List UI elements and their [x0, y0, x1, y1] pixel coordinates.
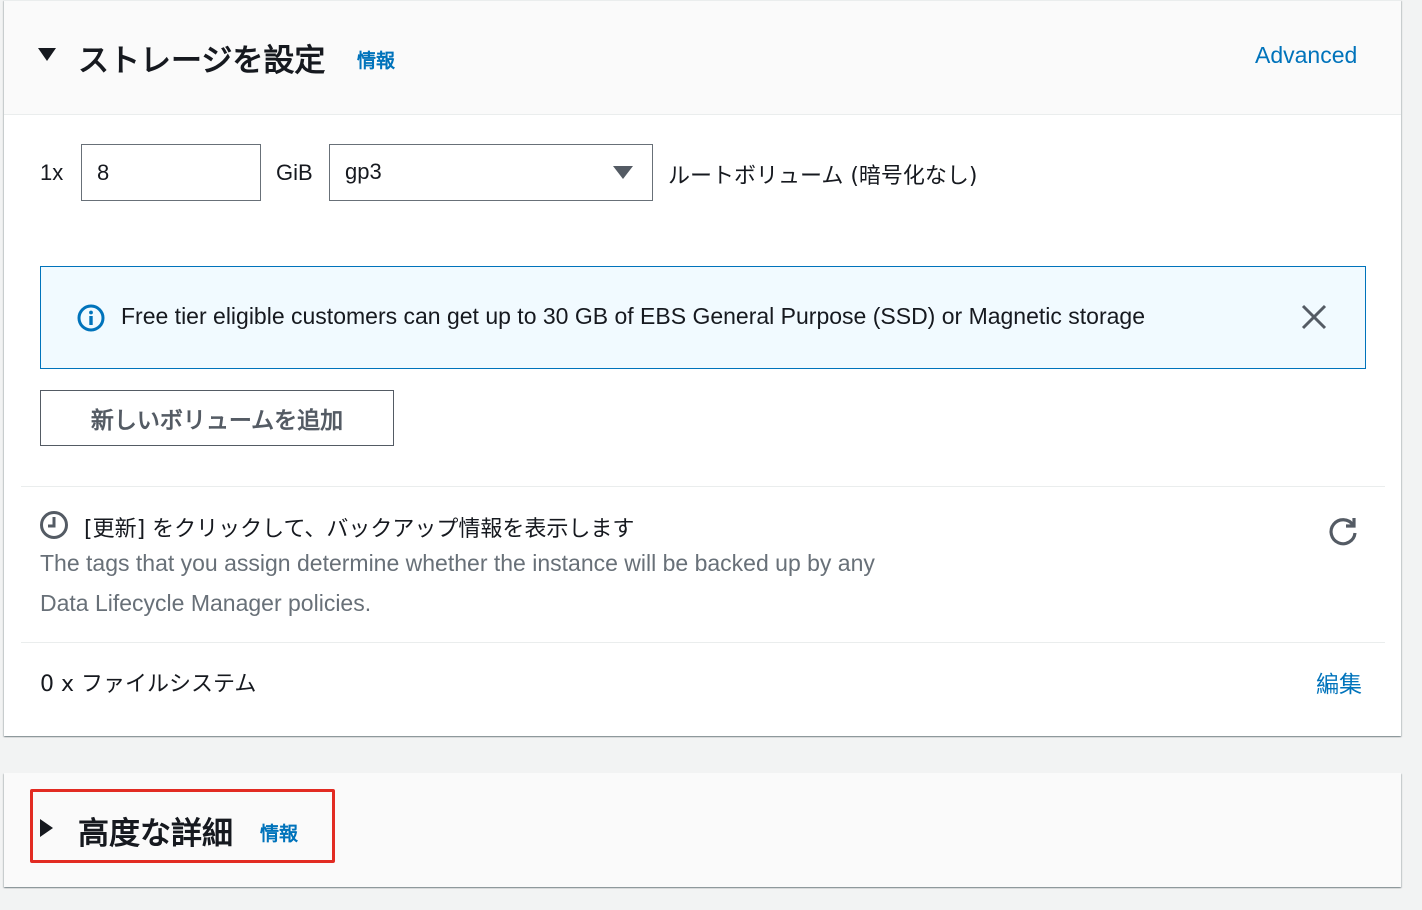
- divider: [21, 486, 1385, 487]
- backup-title: [更新] をクリックして、バックアップ情報を表示します: [84, 517, 635, 542]
- collapse-caret-icon[interactable]: [38, 48, 56, 61]
- volume-unit: GiB: [276, 160, 313, 185]
- storage-title: ストレージを設定: [78, 43, 326, 79]
- volume-size-input[interactable]: [81, 144, 261, 201]
- storage-info-link[interactable]: 情報: [357, 46, 395, 73]
- filesystems-label: 0 x ファイルシステム: [40, 672, 257, 697]
- volume-type-select[interactable]: gp3: [329, 144, 653, 201]
- close-icon[interactable]: [1299, 302, 1329, 332]
- free-tier-alert: Free tier eligible customers can get up …: [40, 266, 1366, 369]
- volume-description: ルートボリューム (暗号化なし): [668, 164, 978, 189]
- add-volume-button[interactable]: 新しいボリュームを追加: [40, 390, 394, 446]
- volume-type-value: gp3: [345, 159, 382, 184]
- info-icon: [77, 304, 105, 332]
- refresh-icon[interactable]: [1327, 515, 1360, 548]
- backup-description-line2: Data Lifecycle Manager policies.: [40, 590, 372, 616]
- alert-text: Free tier eligible customers can get up …: [121, 303, 1145, 329]
- advanced-link[interactable]: Advanced: [1255, 42, 1357, 69]
- volume-count: 1x: [40, 160, 64, 185]
- clock-icon: [40, 511, 68, 539]
- divider: [21, 642, 1385, 643]
- filesystems-edit-link[interactable]: 編集: [1316, 665, 1362, 699]
- highlight-box: [30, 789, 335, 863]
- dropdown-arrow-icon: [613, 166, 633, 179]
- backup-description-line1: The tags that you assign determine wheth…: [40, 550, 875, 576]
